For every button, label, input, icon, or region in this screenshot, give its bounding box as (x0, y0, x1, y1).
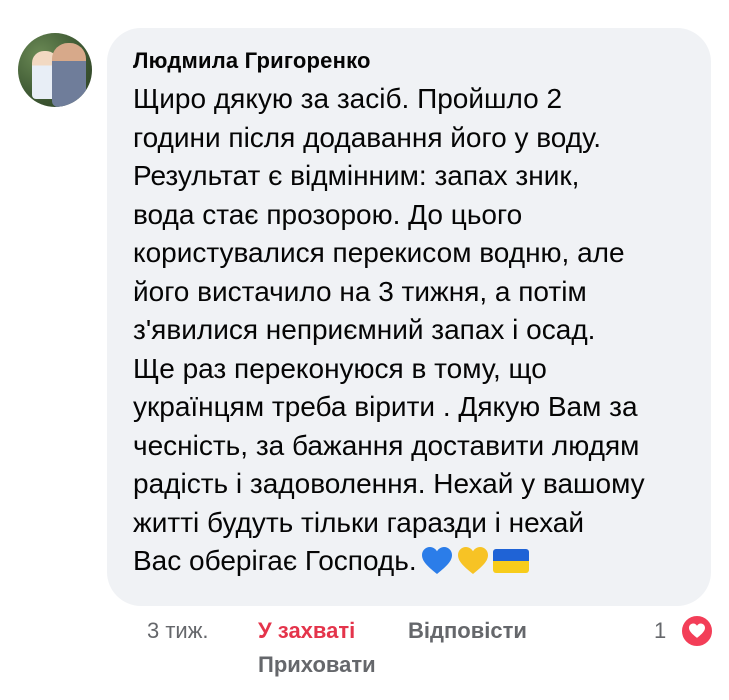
yellow-heart-icon (457, 547, 488, 574)
comment-timestamp[interactable]: 3 тиж. (147, 618, 209, 644)
avatar-adult-figure (52, 43, 86, 107)
comment-line: українцям треба вірити . Дякую Вам за (133, 391, 638, 422)
comment-line: користувалися перекисом водню, але (133, 237, 625, 268)
comment-author[interactable]: Людмила Григоренко (133, 48, 371, 74)
comment-line: його вистачило на 3 тижня, а потім (133, 275, 587, 307)
comment-text: Щиро дякую за засіб. Пройшло 2 години пі… (133, 80, 708, 581)
comment-line: Щиро дякую за засіб. Пройшло 2 (133, 83, 563, 114)
avatar[interactable] (18, 33, 92, 107)
comment-line: Вас оберігає Господь. (133, 542, 708, 581)
comment-line: з'явилися неприємний запах і осад. (133, 314, 596, 345)
blue-heart-icon (421, 547, 452, 574)
comment-line: Результат є відмінним: запах зник, (133, 160, 580, 191)
comment-line: години після додавання його у воду. (133, 121, 602, 153)
comment-line: радість і задоволення. Нехай у вашому (133, 468, 645, 499)
comment-line: житті будуть тільки гаразди і нехай (133, 506, 584, 538)
comment-line: вода стає прозорою. До цього (133, 198, 523, 230)
comment-line-text: Вас оберігає Господь. (133, 545, 417, 576)
comment-line: чесність, за бажання доставити людям (133, 429, 640, 461)
reply-button[interactable]: Відповісти (408, 618, 527, 644)
heart-glyph-icon (689, 623, 705, 638)
ukraine-flag-icon (492, 549, 529, 573)
love-heart-icon[interactable] (680, 614, 714, 648)
reaction-count[interactable]: 1 (654, 618, 666, 644)
reaction-button[interactable]: У захваті (258, 618, 355, 644)
hide-button[interactable]: Приховати (258, 652, 376, 678)
emoji-row (421, 546, 529, 576)
comment-line: Ще раз переконуюся в тому, що (133, 352, 547, 384)
